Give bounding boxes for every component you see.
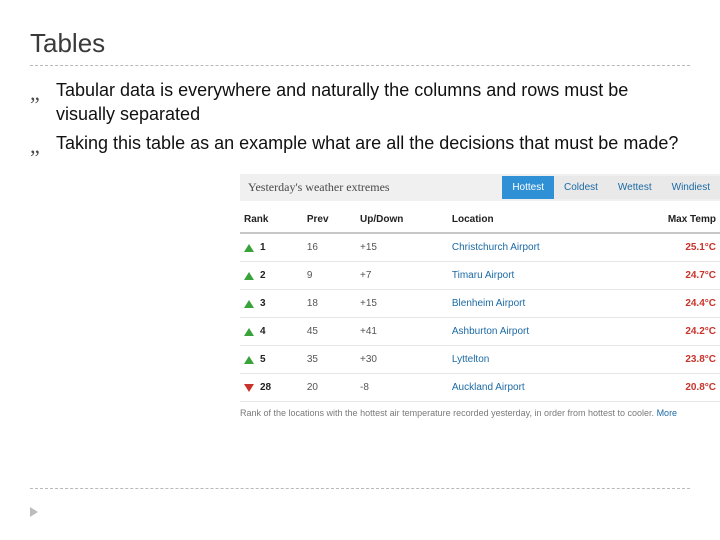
rank-value: 5	[260, 354, 266, 365]
cell-updown: +7	[356, 262, 448, 290]
bullet-item: „ Taking this table as an example what a…	[30, 131, 690, 161]
table-row: 5 35 +30 Lyttelton 23.8°C	[240, 346, 720, 374]
cell-temp: 24.4°C	[619, 290, 720, 318]
divider-bottom	[30, 488, 690, 489]
rank-value: 1	[260, 242, 266, 253]
cell-updown: +15	[356, 290, 448, 318]
bullet-glyph: „	[30, 131, 56, 161]
cell-rank: 28	[240, 374, 303, 402]
table-header-row: Rank Prev Up/Down Location Max Temp	[240, 207, 720, 233]
bullet-item: „ Tabular data is everywhere and natural…	[30, 78, 690, 127]
col-location: Location	[448, 207, 620, 233]
col-rank: Rank	[240, 207, 303, 233]
cell-location[interactable]: Christchurch Airport	[448, 233, 620, 262]
cell-prev: 9	[303, 262, 356, 290]
cell-location[interactable]: Auckland Airport	[448, 374, 620, 402]
slide-title: Tables	[30, 28, 690, 59]
triangle-up-icon	[244, 272, 254, 280]
cell-updown: +41	[356, 318, 448, 346]
cell-prev: 18	[303, 290, 356, 318]
cell-prev: 35	[303, 346, 356, 374]
tab-windiest[interactable]: Windiest	[662, 176, 720, 199]
cell-rank: 2	[240, 262, 303, 290]
tab-coldest[interactable]: Coldest	[554, 176, 608, 199]
cell-prev: 45	[303, 318, 356, 346]
cell-temp: 23.8°C	[619, 346, 720, 374]
example-table-panel: Yesterday's weather extremes Hottest Col…	[240, 174, 720, 418]
cell-location[interactable]: Timaru Airport	[448, 262, 620, 290]
cell-rank: 1	[240, 233, 303, 262]
cell-temp: 25.1°C	[619, 233, 720, 262]
table-row: 3 18 +15 Blenheim Airport 24.4°C	[240, 290, 720, 318]
triangle-up-icon	[244, 244, 254, 252]
bullet-text: Taking this table as an example what are…	[56, 131, 690, 161]
cell-location[interactable]: Blenheim Airport	[448, 290, 620, 318]
rank-value: 2	[260, 270, 266, 281]
cell-rank: 4	[240, 318, 303, 346]
cell-updown: +30	[356, 346, 448, 374]
table-body: 1 16 +15 Christchurch Airport 25.1°C 2 9…	[240, 233, 720, 402]
footer-marker-icon	[30, 507, 38, 517]
cell-temp: 20.8°C	[619, 374, 720, 402]
tab-strip: Hottest Coldest Wettest Windiest	[502, 176, 720, 199]
rank-value: 4	[260, 326, 266, 337]
table-row: 1 16 +15 Christchurch Airport 25.1°C	[240, 233, 720, 262]
rank-value: 28	[260, 382, 271, 393]
cell-location[interactable]: Lyttelton	[448, 346, 620, 374]
col-prev: Prev	[303, 207, 356, 233]
cell-location[interactable]: Ashburton Airport	[448, 318, 620, 346]
tab-hottest[interactable]: Hottest	[502, 176, 554, 199]
cell-updown: +15	[356, 233, 448, 262]
weather-table: Rank Prev Up/Down Location Max Temp 1 16…	[240, 207, 720, 402]
bullet-text: Tabular data is everywhere and naturally…	[56, 78, 690, 127]
panel-header: Yesterday's weather extremes Hottest Col…	[240, 174, 720, 201]
table-row: 28 20 -8 Auckland Airport 20.8°C	[240, 374, 720, 402]
table-row: 2 9 +7 Timaru Airport 24.7°C	[240, 262, 720, 290]
tab-wettest[interactable]: Wettest	[608, 176, 662, 199]
divider-top	[30, 65, 690, 66]
panel-title: Yesterday's weather extremes	[240, 174, 502, 201]
col-maxtemp: Max Temp	[619, 207, 720, 233]
cell-temp: 24.7°C	[619, 262, 720, 290]
triangle-down-icon	[244, 384, 254, 392]
table-row: 4 45 +41 Ashburton Airport 24.2°C	[240, 318, 720, 346]
rank-value: 3	[260, 298, 266, 309]
cell-temp: 24.2°C	[619, 318, 720, 346]
cell-prev: 16	[303, 233, 356, 262]
cell-rank: 3	[240, 290, 303, 318]
cell-updown: -8	[356, 374, 448, 402]
table-caption: Rank of the locations with the hottest a…	[240, 408, 720, 418]
col-updown: Up/Down	[356, 207, 448, 233]
more-link[interactable]: More	[657, 408, 678, 418]
slide-footer	[30, 484, 690, 522]
triangle-up-icon	[244, 300, 254, 308]
caption-text: Rank of the locations with the hottest a…	[240, 408, 654, 418]
cell-prev: 20	[303, 374, 356, 402]
triangle-up-icon	[244, 328, 254, 336]
cell-rank: 5	[240, 346, 303, 374]
slide: Tables „ Tabular data is everywhere and …	[0, 0, 720, 540]
bullet-glyph: „	[30, 78, 56, 127]
bullet-list: „ Tabular data is everywhere and natural…	[30, 78, 690, 160]
triangle-up-icon	[244, 356, 254, 364]
